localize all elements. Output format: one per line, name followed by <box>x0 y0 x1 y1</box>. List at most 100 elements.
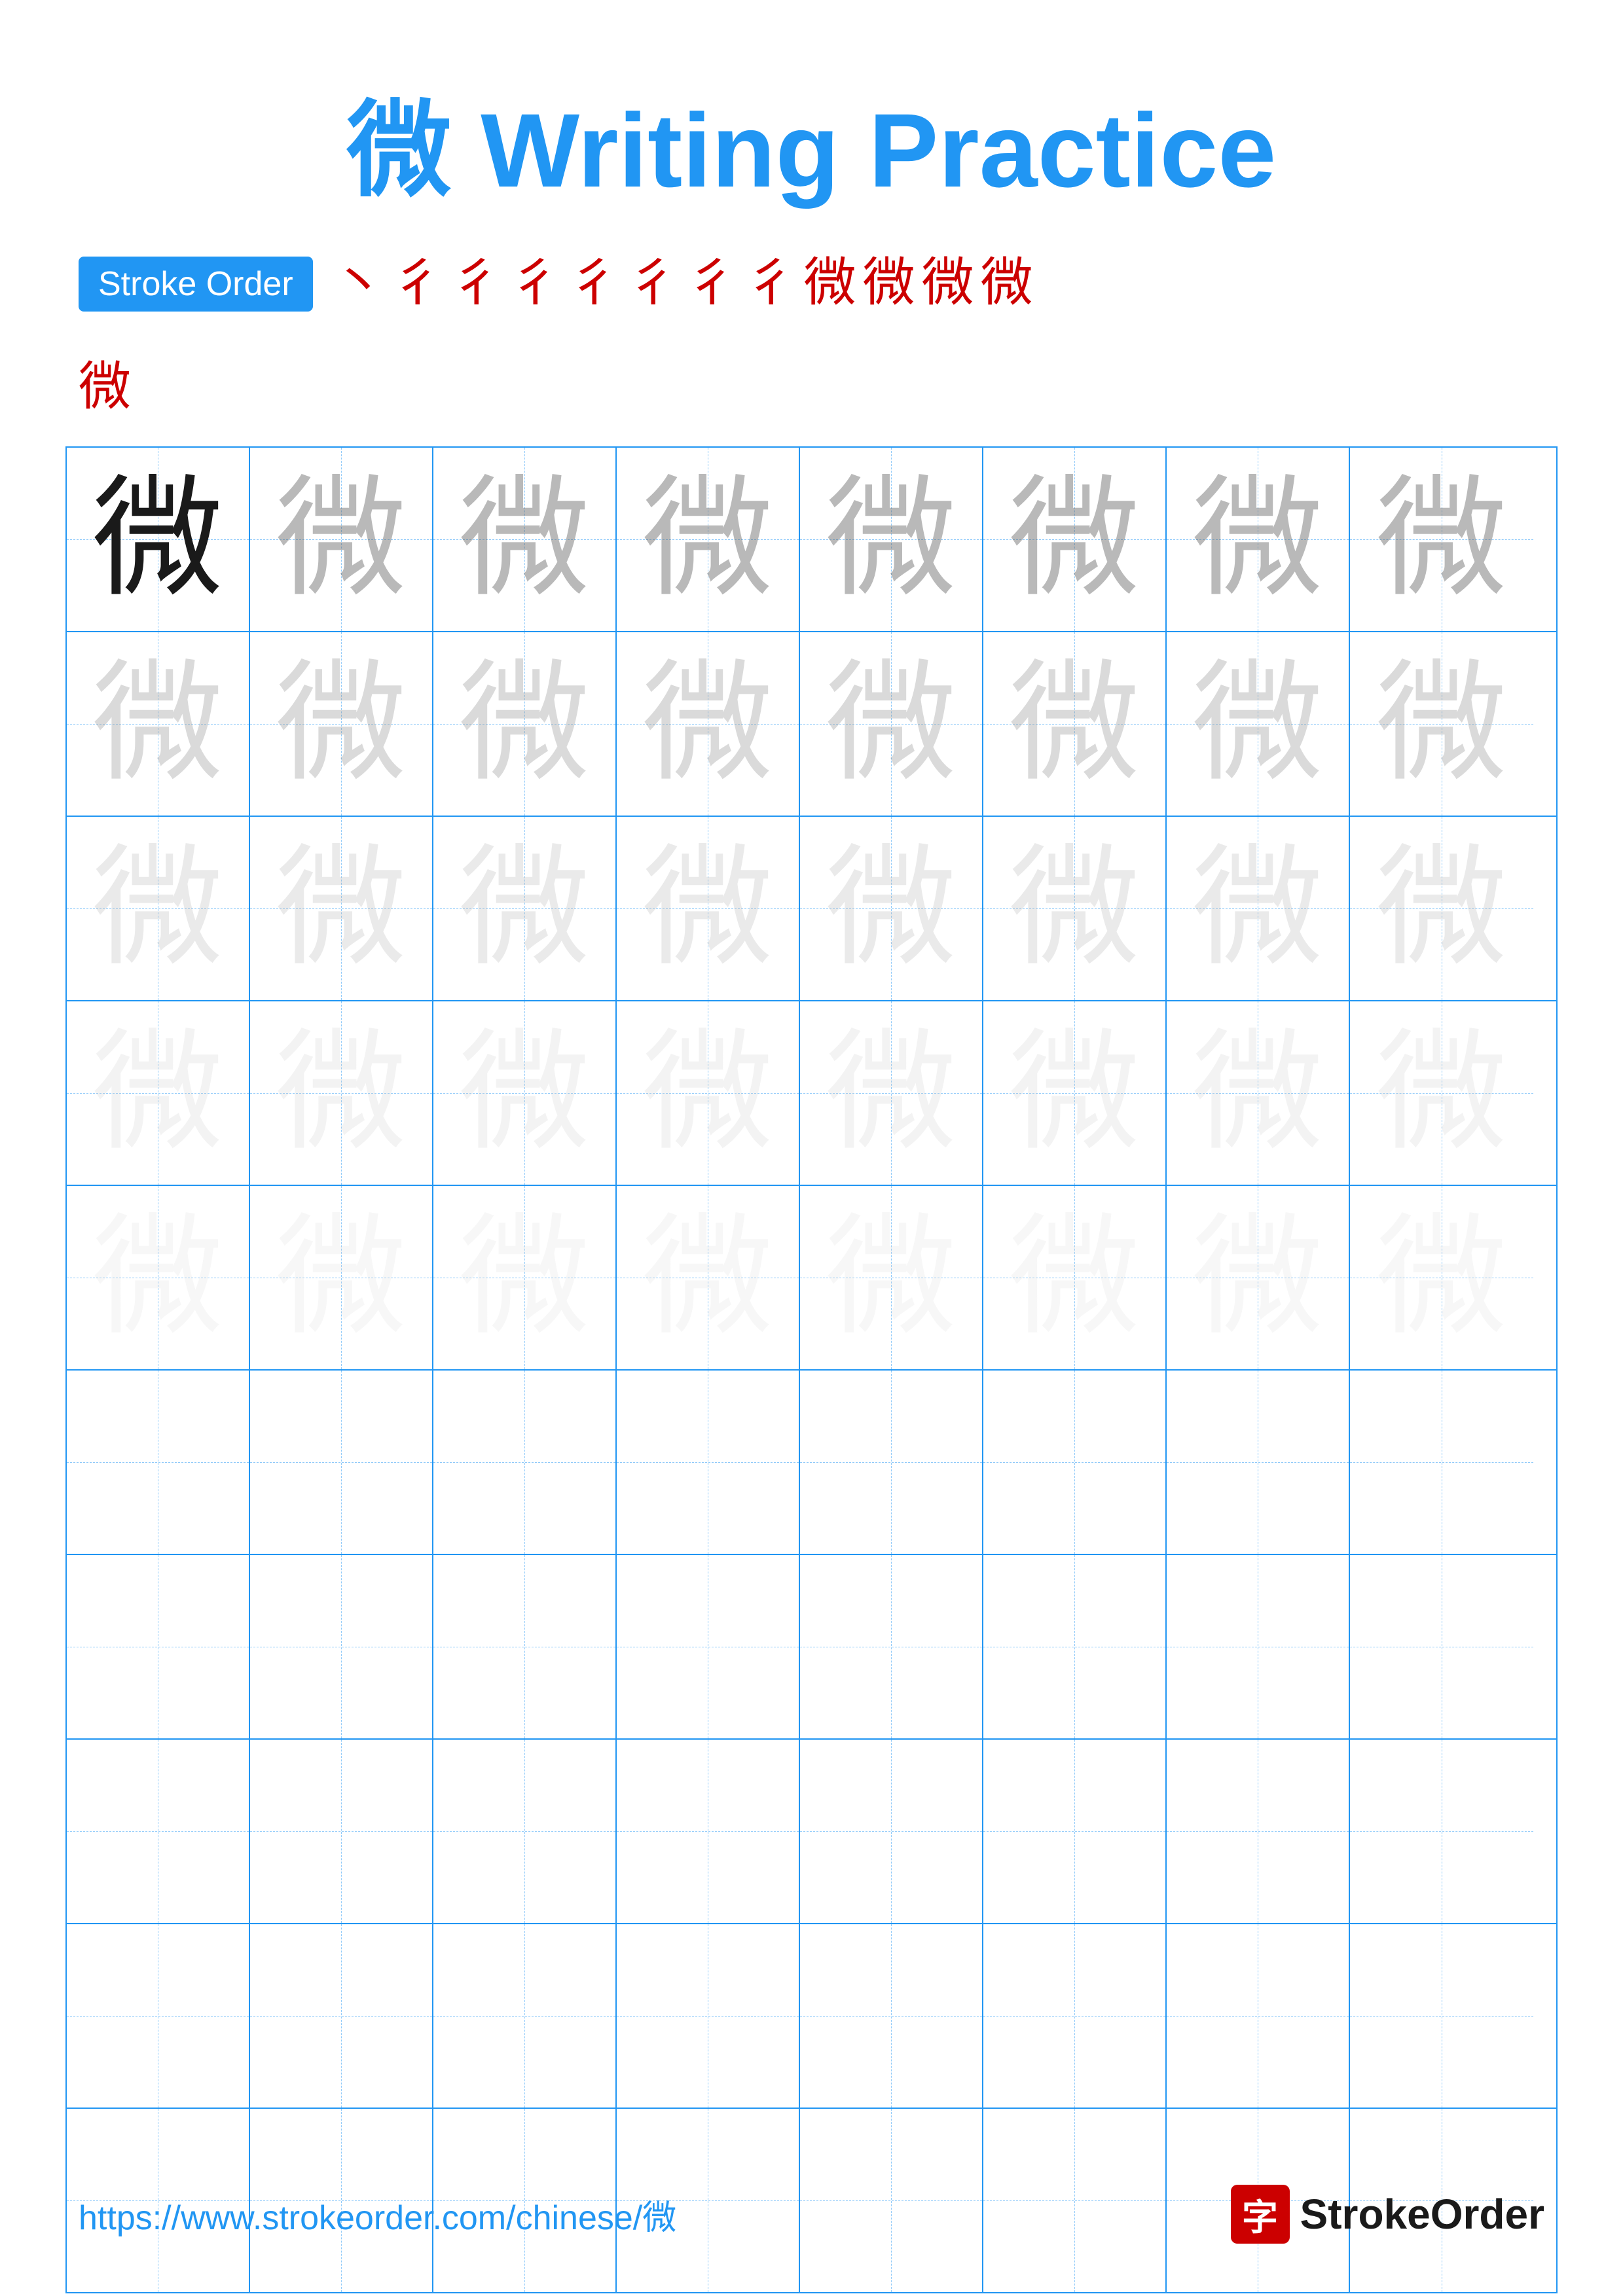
cell-char: 微 <box>1376 843 1507 974</box>
cell-char: 微 <box>1009 658 1140 789</box>
grid-cell-2-5: 微 <box>800 632 983 816</box>
cell-char: 微 <box>1376 1212 1507 1343</box>
stroke-final-line: 微 <box>0 338 1623 420</box>
stroke-final-char: 微 <box>79 357 131 416</box>
grid-cell-4-8: 微 <box>1350 1001 1533 1185</box>
cell-char: 微 <box>1009 843 1140 974</box>
grid-cell-2-2: 微 <box>250 632 433 816</box>
stroke-11: 微 <box>922 257 974 309</box>
grid-cell-1-5: 微 <box>800 448 983 631</box>
cell-char: 微 <box>276 843 407 974</box>
cell-char: 微 <box>826 843 957 974</box>
grid-row-2: 微 微 微 微 微 微 微 微 <box>67 632 1556 817</box>
cell-char: 微 <box>826 1212 957 1343</box>
grid-row-7 <box>67 1555 1556 1740</box>
cell-char: 微 <box>1192 1212 1323 1343</box>
cell-char: 微 <box>1376 1028 1507 1158</box>
grid-cell-3-8: 微 <box>1350 817 1533 1000</box>
grid-cell-9-2 <box>250 1924 433 2108</box>
grid-cell-5-5: 微 <box>800 1186 983 1369</box>
stroke-4: 彳 <box>509 257 562 309</box>
cell-char: 微 <box>1376 658 1507 789</box>
grid-cell-2-1: 微 <box>67 632 250 816</box>
grid-cell-4-3: 微 <box>433 1001 617 1185</box>
grid-cell-8-7 <box>1167 1740 1350 1923</box>
cell-char: 微 <box>1376 474 1507 605</box>
cell-char: 微 <box>92 843 223 974</box>
grid-row-5: 微 微 微 微 微 微 微 微 <box>67 1186 1556 1371</box>
grid-cell-1-1: 微 <box>67 448 250 631</box>
grid-cell-9-6 <box>983 1924 1167 2108</box>
grid-cell-1-3: 微 <box>433 448 617 631</box>
logo-name: StrokeOrder <box>1300 2190 1544 2238</box>
grid-cell-5-7: 微 <box>1167 1186 1350 1369</box>
grid-cell-1-7: 微 <box>1167 448 1350 631</box>
grid-cell-6-3 <box>433 1371 617 1554</box>
cell-char: 微 <box>276 658 407 789</box>
grid-cell-4-1: 微 <box>67 1001 250 1185</box>
grid-cell-1-6: 微 <box>983 448 1167 631</box>
grid-cell-2-8: 微 <box>1350 632 1533 816</box>
grid-cell-7-8 <box>1350 1555 1533 1738</box>
grid-cell-7-5 <box>800 1555 983 1738</box>
grid-cell-3-7: 微 <box>1167 817 1350 1000</box>
logo-icon: 字 <box>1231 2185 1290 2244</box>
cell-char: 微 <box>276 1212 407 1343</box>
cell-char: 微 <box>459 1212 590 1343</box>
grid-cell-5-1: 微 <box>67 1186 250 1369</box>
logo-char: 字 <box>1242 2188 1278 2240</box>
grid-cell-4-4: 微 <box>617 1001 800 1185</box>
cell-char: 微 <box>459 1028 590 1158</box>
grid-cell-5-4: 微 <box>617 1186 800 1369</box>
grid-row-9 <box>67 1924 1556 2109</box>
grid-cell-8-4 <box>617 1740 800 1923</box>
grid-cell-3-2: 微 <box>250 817 433 1000</box>
stroke-1: 丶 <box>333 257 385 309</box>
title-character: 微 <box>347 92 452 209</box>
stroke-7: 彳 <box>686 257 739 309</box>
grid-cell-1-4: 微 <box>617 448 800 631</box>
stroke-chars: 丶 彳 彳 彳 彳 彳 彳 彳 微 微 微 微 <box>333 257 1033 309</box>
grid-cell-6-4 <box>617 1371 800 1554</box>
cell-char: 微 <box>459 843 590 974</box>
cell-char: 微 <box>642 474 773 605</box>
stroke-9: 微 <box>804 257 856 309</box>
cell-char: 微 <box>92 1028 223 1158</box>
grid-cell-7-4 <box>617 1555 800 1738</box>
stroke-6: 彳 <box>627 257 680 309</box>
cell-char: 微 <box>826 474 957 605</box>
grid-cell-6-1 <box>67 1371 250 1554</box>
stroke-2: 彳 <box>392 257 444 309</box>
cell-char: 微 <box>642 843 773 974</box>
grid-row-8 <box>67 1740 1556 1924</box>
cell-char: 微 <box>1009 474 1140 605</box>
stroke-order-section: Stroke Order 丶 彳 彳 彳 彳 彳 彳 彳 微 微 微 微 <box>0 257 1623 312</box>
cell-char: 微 <box>276 1028 407 1158</box>
grid-cell-8-1 <box>67 1740 250 1923</box>
grid-cell-2-4: 微 <box>617 632 800 816</box>
cell-char: 微 <box>826 658 957 789</box>
grid-cell-5-8: 微 <box>1350 1186 1533 1369</box>
grid-cell-8-6 <box>983 1740 1167 1923</box>
cell-char: 微 <box>1192 658 1323 789</box>
grid-cell-7-6 <box>983 1555 1167 1738</box>
grid-cell-6-6 <box>983 1371 1167 1554</box>
cell-char: 微 <box>92 1212 223 1343</box>
cell-char: 微 <box>459 474 590 605</box>
grid-cell-8-8 <box>1350 1740 1533 1923</box>
grid-cell-3-5: 微 <box>800 817 983 1000</box>
grid-cell-5-3: 微 <box>433 1186 617 1369</box>
cell-char: 微 <box>1009 1028 1140 1158</box>
grid-cell-5-6: 微 <box>983 1186 1167 1369</box>
grid-row-1: 微 微 微 微 微 微 微 微 <box>67 448 1556 632</box>
cell-char: 微 <box>826 1028 957 1158</box>
grid-cell-6-5 <box>800 1371 983 1554</box>
grid-cell-4-6: 微 <box>983 1001 1167 1185</box>
stroke-8: 彳 <box>745 257 797 309</box>
grid-cell-6-8 <box>1350 1371 1533 1554</box>
grid-cell-9-5 <box>800 1924 983 2108</box>
grid-cell-2-6: 微 <box>983 632 1167 816</box>
stroke-3: 彳 <box>450 257 503 309</box>
grid-cell-6-2 <box>250 1371 433 1554</box>
cell-char: 微 <box>276 474 407 605</box>
